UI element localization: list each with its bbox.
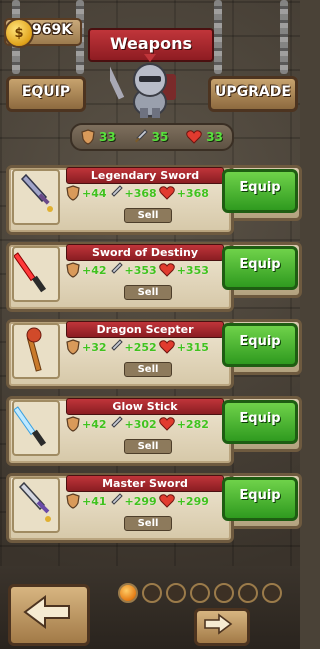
weapon-name: Dragon Scepter	[66, 321, 224, 338]
weapon-health-bonus: +282	[176, 417, 209, 431]
shield-icon	[66, 185, 80, 201]
back-button[interactable]	[8, 584, 90, 646]
sword-icon	[110, 493, 123, 505]
knight-avatar-icon	[110, 54, 176, 118]
equip-button[interactable]: Equip	[222, 169, 298, 213]
upgrade-tab[interactable]: UPGRADE	[208, 76, 298, 112]
weapon-shield-bonus: +41	[82, 494, 107, 508]
page-dot[interactable]	[238, 583, 258, 603]
coin-amount: 969K	[32, 22, 73, 38]
sword-icon	[110, 416, 123, 428]
weapon-shield-bonus: +44	[82, 186, 107, 200]
weapon-card: Glow Stick +42 +302 +282 Sell Equip	[6, 396, 302, 466]
sell-button[interactable]: Sell	[124, 516, 172, 531]
page-dot[interactable]	[262, 583, 282, 603]
weapon-stats: +41 +299 +299	[66, 493, 209, 509]
sword-icon	[134, 129, 148, 143]
shield-icon	[81, 129, 95, 145]
weapon-shield-bonus: +32	[82, 340, 107, 354]
weapon-health-bonus: +315	[176, 340, 209, 354]
heart-icon	[158, 186, 175, 200]
arrow-right-icon	[204, 613, 233, 635]
page-dot[interactable]	[214, 583, 234, 603]
chain-right	[280, 0, 288, 74]
pagination-dots	[118, 583, 282, 603]
shield-icon	[66, 339, 80, 355]
weapon-name: Sword of Destiny	[66, 244, 224, 261]
weapon-health-bonus: +353	[176, 263, 209, 277]
page-dot[interactable]	[118, 583, 138, 603]
heart-icon	[158, 263, 175, 277]
weapon-attack-bonus: +299	[124, 494, 157, 508]
total-attack: 35	[134, 129, 168, 145]
equip-button[interactable]: Equip	[222, 400, 298, 444]
sell-button[interactable]: Sell	[124, 439, 172, 454]
coin-counter: $ 969K	[4, 18, 82, 48]
equip-tab[interactable]: EQUIP	[6, 76, 86, 112]
sword-icon	[110, 262, 123, 274]
weapon-attack-bonus: +368	[124, 186, 157, 200]
weapon-health-bonus: +368	[176, 186, 209, 200]
equip-button[interactable]: Equip	[222, 477, 298, 521]
total-stats-bar: 33 35 33	[70, 123, 234, 151]
weapon-stats: +32 +252 +315	[66, 339, 209, 355]
heart-icon	[186, 130, 203, 144]
page-dot[interactable]	[166, 583, 186, 603]
sell-button[interactable]: Sell	[124, 285, 172, 300]
sell-button[interactable]: Sell	[124, 208, 172, 223]
weapon-name: Master Sword	[66, 475, 224, 492]
weapon-name: Glow Stick	[66, 398, 224, 415]
page-dot[interactable]	[142, 583, 162, 603]
weapon-stats: +42 +353 +353	[66, 262, 209, 278]
shield-icon	[66, 493, 80, 509]
heart-icon	[158, 494, 175, 508]
weapon-card: Master Sword +41 +299 +299 Sell Equip	[6, 473, 302, 543]
weapon-stats: +42 +302 +282	[66, 416, 209, 432]
blue-lightsaber-icon	[12, 400, 60, 456]
weapon-name: Legendary Sword	[66, 167, 224, 184]
chain-right-2	[214, 0, 222, 74]
weapon-attack-bonus: +252	[124, 340, 157, 354]
shield-icon	[66, 262, 80, 278]
dragon-scepter-icon	[12, 323, 60, 379]
weapon-health-bonus: +299	[176, 494, 209, 508]
total-health: 33	[186, 130, 223, 144]
weapon-card: Dragon Scepter +32 +252 +315 Sell Equip	[6, 319, 302, 389]
weapon-card: Sword of Destiny +42 +353 +353 Sell Equi…	[6, 242, 302, 312]
heart-icon	[158, 417, 175, 431]
weapon-shield-bonus: +42	[82, 263, 107, 277]
weapon-shield-bonus: +42	[82, 417, 107, 431]
shield-icon	[66, 416, 80, 432]
master-sword-icon	[12, 477, 60, 533]
equip-button[interactable]: Equip	[222, 246, 298, 290]
weapon-card: Legendary Sword +44 +368 +368 Sell Equip	[6, 165, 302, 235]
sword-icon	[110, 339, 123, 351]
arrow-left-icon	[23, 595, 70, 629]
total-shield: 33	[81, 129, 116, 145]
weapon-stats: +44 +368 +368	[66, 185, 209, 201]
weapon-attack-bonus: +353	[124, 263, 157, 277]
coin-icon: $	[4, 18, 34, 48]
heart-icon	[158, 340, 175, 354]
sell-button[interactable]: Sell	[124, 362, 172, 377]
next-page-button[interactable]	[194, 608, 250, 646]
weapon-attack-bonus: +302	[124, 417, 157, 431]
page-dot[interactable]	[190, 583, 210, 603]
equip-button[interactable]: Equip	[222, 323, 298, 367]
sword-icon	[110, 185, 123, 197]
red-lightsaber-icon	[12, 246, 60, 302]
legendary-sword-icon	[12, 169, 60, 225]
